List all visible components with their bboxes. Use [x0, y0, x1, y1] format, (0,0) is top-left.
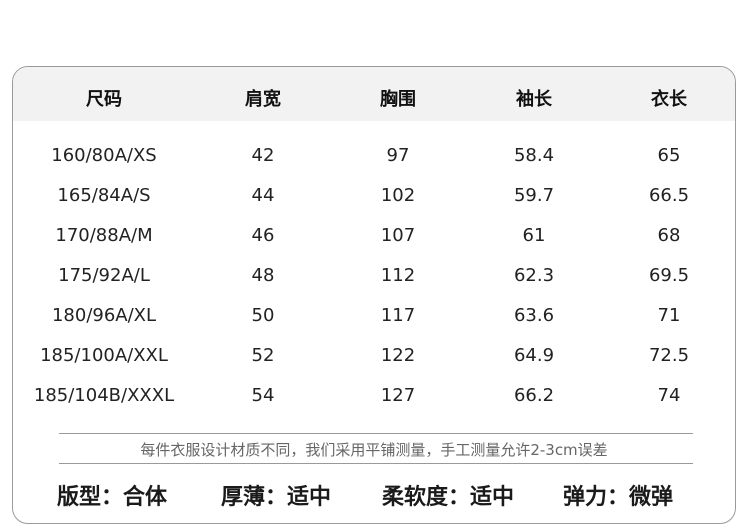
cell-body-length: 71 — [657, 305, 681, 326]
measurement-note: 每件衣服设计材质不同，我们采用平铺测量，手工测量允许2-3cm误差 — [140, 441, 608, 459]
cell-sleeve-length: 62.3 — [513, 265, 555, 286]
note-bottom-divider — [59, 463, 693, 464]
table-row: 170/88A/M 46 107 61 68 — [13, 215, 735, 255]
table-row: 185/104B/XXXL 54 127 66.2 74 — [13, 375, 735, 415]
cell-shoulder-width: 48 — [251, 265, 275, 286]
table-row: 185/100A/XXL 52 122 64.9 72.5 — [13, 335, 735, 375]
cell-size: 185/104B/XXXL — [33, 385, 175, 406]
cell-size: 180/96A/XL — [51, 305, 157, 326]
attr-elasticity: 弹力：微弹 — [563, 485, 674, 510]
cell-sleeve-length: 66.2 — [513, 385, 555, 406]
table-row: 165/84A/S 44 102 59.7 66.5 — [13, 175, 735, 215]
cell-body-length: 72.5 — [648, 345, 690, 366]
attr-fit: 版型：合体 — [57, 485, 168, 510]
table-header-row: 尺码 肩宽 胸围 袖长 衣长 — [13, 67, 735, 121]
cell-size: 160/80A/XS — [51, 145, 157, 166]
cell-chest: 122 — [380, 345, 416, 366]
cell-size: 170/88A/M — [55, 225, 153, 246]
cell-body-length: 68 — [657, 225, 681, 246]
cell-sleeve-length: 58.4 — [513, 145, 555, 166]
cell-chest: 97 — [386, 145, 410, 166]
header-chest: 胸围 — [380, 89, 416, 110]
header-size: 尺码 — [86, 89, 122, 110]
attr-thickness: 厚薄：适中 — [221, 485, 332, 510]
cell-sleeve-length: 61 — [522, 225, 546, 246]
cell-shoulder-width: 50 — [251, 305, 275, 326]
cell-body-length: 74 — [657, 385, 681, 406]
header-sleeve-length: 袖长 — [516, 89, 552, 110]
cell-sleeve-length: 59.7 — [513, 185, 555, 206]
cell-size: 185/100A/XXL — [40, 345, 168, 366]
attr-softness: 柔软度：适中 — [382, 485, 515, 510]
cell-chest: 117 — [380, 305, 416, 326]
header-shoulder-width: 肩宽 — [245, 89, 281, 110]
cell-shoulder-width: 44 — [251, 185, 275, 206]
table-row: 180/96A/XL 50 117 63.6 71 — [13, 295, 735, 335]
cell-size: 165/84A/S — [57, 185, 151, 206]
cell-body-length: 66.5 — [648, 185, 690, 206]
cell-body-length: 65 — [657, 145, 681, 166]
note-top-divider — [59, 433, 693, 434]
cell-body-length: 69.5 — [648, 265, 690, 286]
cell-chest: 112 — [380, 265, 416, 286]
cell-shoulder-width: 52 — [251, 345, 275, 366]
table-row: 175/92A/L 48 112 62.3 69.5 — [13, 255, 735, 295]
header-body-length: 衣长 — [651, 89, 687, 110]
cell-chest: 107 — [380, 225, 416, 246]
cell-shoulder-width: 46 — [251, 225, 275, 246]
cell-sleeve-length: 63.6 — [513, 305, 555, 326]
cell-sleeve-length: 64.9 — [513, 345, 555, 366]
table-row: 160/80A/XS 42 97 58.4 65 — [13, 135, 735, 175]
size-chart-card: 尺码 肩宽 胸围 袖长 衣长 160/80A/XS 42 97 58.4 65 … — [12, 66, 736, 524]
cell-chest: 127 — [380, 385, 416, 406]
cell-size: 175/92A/L — [58, 265, 150, 286]
cell-chest: 102 — [380, 185, 416, 206]
cell-shoulder-width: 54 — [251, 385, 275, 406]
fabric-attributes: 版型：合体 厚薄：适中 柔软度：适中 弹力：微弹 — [13, 479, 735, 511]
cell-shoulder-width: 42 — [251, 145, 275, 166]
